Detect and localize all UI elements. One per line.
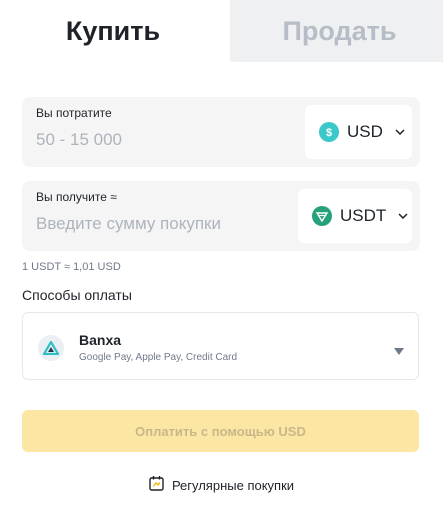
payment-provider-select[interactable]: Banxa Google Pay, Apple Pay, Credit Card: [22, 312, 419, 380]
caret-down-icon: [394, 342, 404, 360]
tab-buy[interactable]: Купить: [0, 0, 230, 62]
payment-methods-title: Способы оплаты: [22, 287, 132, 303]
tether-icon: [312, 206, 332, 226]
receive-amount-input[interactable]: [36, 211, 296, 237]
spend-currency-select[interactable]: $ USD: [305, 105, 412, 159]
dollar-coin-icon: $: [319, 122, 339, 142]
payment-provider-methods: Google Pay, Apple Pay, Credit Card: [79, 352, 238, 363]
calendar-icon: [149, 475, 164, 496]
spend-amount-input[interactable]: [36, 127, 296, 153]
payment-provider-name: Banxa: [79, 332, 122, 348]
buy-sell-tabs: Купить Продать: [0, 0, 443, 62]
tab-sell[interactable]: Продать: [236, 0, 443, 62]
receive-currency-label: USDT: [340, 206, 387, 225]
chevron-down-icon: [398, 213, 408, 219]
receive-currency-select[interactable]: USDT: [298, 189, 412, 243]
recurring-purchases-link[interactable]: Регулярные покупки: [0, 475, 443, 495]
spend-label: Вы потратите: [36, 106, 112, 120]
receive-field: Вы получите ≈ USDT: [22, 181, 420, 251]
exchange-rate-text: 1 USDT ≈ 1,01 USD: [22, 261, 121, 273]
svg-text:$: $: [326, 127, 332, 138]
pay-button[interactable]: Оплатить с помощью USD: [22, 410, 419, 452]
spend-currency-label: USD: [347, 122, 383, 141]
receive-label: Вы получите ≈: [36, 190, 117, 204]
recurring-purchases-label: Регулярные покупки: [171, 477, 295, 493]
spend-field: Вы потратите $ USD: [22, 97, 420, 167]
chevron-down-icon: [395, 129, 405, 135]
banxa-logo-icon: [38, 335, 64, 361]
